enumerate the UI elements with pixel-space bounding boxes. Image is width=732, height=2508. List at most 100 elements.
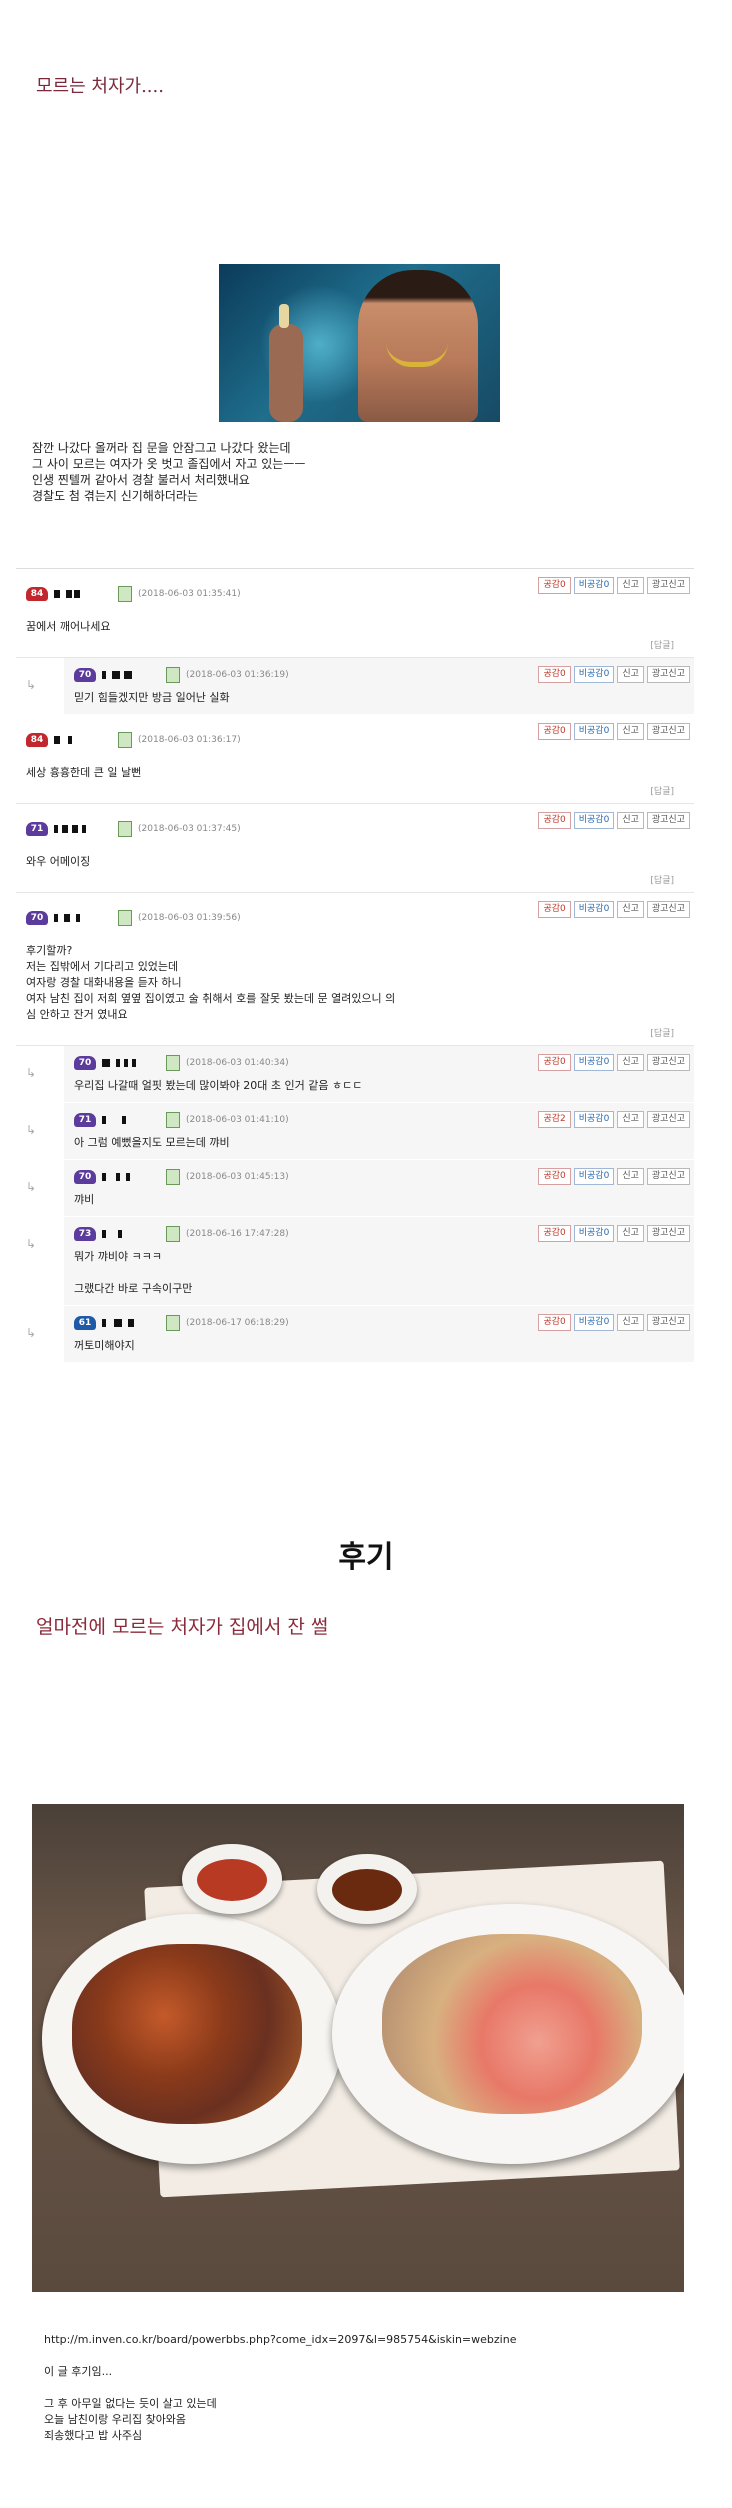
- member-badge-icon: [166, 1169, 180, 1185]
- comment-date: (2018-06-03 01:37:45): [138, 824, 241, 834]
- upvote-button[interactable]: 공감0: [538, 1054, 571, 1071]
- comment-line: 꿈에서 깨어나세요: [26, 620, 111, 633]
- post-body: 잠깐 나갔다 올꺼라 집 문을 안잠그고 나갔다 왔는데 그 사이 모르는 여자…: [32, 440, 305, 504]
- comment-date: (2018-06-03 01:45:13): [186, 1172, 289, 1182]
- upvote-button[interactable]: 공감0: [538, 901, 571, 918]
- downvote-button[interactable]: 비공감0: [573, 666, 615, 683]
- post-line: 잠깐 나갔다 올꺼라 집 문을 안잠그고 나갔다 왔는데: [32, 441, 291, 455]
- level-badge: 84: [26, 587, 48, 601]
- upvote-button[interactable]: 공감0: [538, 812, 571, 829]
- comment-reply: ↳ 71 (2018-06-03 01:41:10) 공감2 비공감0 신고 광고신고 아 그…: [26, 1103, 694, 1160]
- comment-line: 후기할까?: [26, 944, 73, 957]
- nickname-redacted[interactable]: [102, 669, 162, 681]
- nickname-redacted[interactable]: [102, 1228, 162, 1240]
- nickname-redacted[interactable]: [102, 1057, 162, 1069]
- comment-reply: ↳ 70 (2018-06-03 01:40:34) 공감0 비공감0 신고 광고신고 우리집…: [26, 1046, 694, 1103]
- image-figurine: [279, 304, 289, 328]
- nickname-redacted[interactable]: [54, 588, 114, 600]
- redaction-block: [64, 914, 70, 922]
- ad-report-button[interactable]: 광고신고: [646, 812, 690, 829]
- comment-body: 와우 어메이징: [26, 854, 686, 870]
- upvote-button[interactable]: 공감0: [538, 1225, 571, 1242]
- downvote-button[interactable]: 비공감0: [573, 1225, 615, 1242]
- upvote-button[interactable]: 공감0: [538, 1314, 571, 1331]
- source-link[interactable]: http://m.inven.co.kr/board/powerbbs.php?…: [44, 2332, 516, 2348]
- reply-link[interactable]: [답글]: [650, 638, 674, 651]
- upvote-button[interactable]: 공감0: [538, 577, 571, 594]
- comment-body: 꺼토미해야지: [74, 1338, 686, 1354]
- upvote-button[interactable]: 공감2: [538, 1111, 571, 1128]
- reply-link[interactable]: [답글]: [650, 1026, 674, 1039]
- nickname-redacted[interactable]: [54, 734, 114, 746]
- level-badge: 71: [26, 822, 48, 836]
- redaction-block: [124, 1059, 128, 1067]
- report-button[interactable]: 신고: [617, 1225, 644, 1242]
- image-arm: [269, 324, 303, 422]
- ad-report-button[interactable]: 광고신고: [646, 666, 690, 683]
- downvote-button[interactable]: 비공감0: [573, 812, 615, 829]
- post-title: 모르는 처자가....: [36, 76, 164, 97]
- upvote-button[interactable]: 공감0: [538, 666, 571, 683]
- report-button[interactable]: 신고: [617, 666, 644, 683]
- redaction-block: [66, 590, 72, 598]
- comment: 84 (2018-06-03 01:36:17) 공감0 비공감0 신고 광고신고 세상 흉…: [16, 715, 694, 804]
- level-badge: 70: [74, 1170, 96, 1184]
- comment-body: 세상 흉흉한데 큰 일 날뻔: [26, 765, 686, 781]
- ad-report-button[interactable]: 광고신고: [646, 1225, 690, 1242]
- member-badge-icon: [118, 821, 132, 837]
- comment-actions: 공감2 비공감0 신고 광고신고: [538, 1111, 690, 1128]
- report-button[interactable]: 신고: [617, 1111, 644, 1128]
- ad-report-button[interactable]: 광고신고: [646, 577, 690, 594]
- nickname-redacted[interactable]: [102, 1171, 162, 1183]
- report-button[interactable]: 신고: [617, 1168, 644, 1185]
- level-badge: 70: [74, 1056, 96, 1070]
- downvote-button[interactable]: 비공감0: [573, 1054, 615, 1071]
- redaction-block: [118, 1230, 122, 1238]
- comment-line: 우리집 나갈때 얼핏 봤는데 많이봐야 20대 초 인거 같음 ㅎㄷㄷ: [74, 1079, 363, 1092]
- report-button[interactable]: 신고: [617, 812, 644, 829]
- food-right: [382, 1934, 642, 2114]
- ad-report-button[interactable]: 광고신고: [646, 1111, 690, 1128]
- upvote-button[interactable]: 공감0: [538, 723, 571, 740]
- report-button[interactable]: 신고: [617, 1314, 644, 1331]
- reply-link[interactable]: [답글]: [650, 784, 674, 797]
- ad-report-button[interactable]: 광고신고: [646, 1054, 690, 1071]
- ad-report-button[interactable]: 광고신고: [646, 901, 690, 918]
- ad-report-button[interactable]: 광고신고: [646, 1168, 690, 1185]
- downvote-button[interactable]: 비공감0: [573, 577, 615, 594]
- comment-line: 여자 남친 집이 저희 옆옆 집이였고 술 취해서 호를 잘못 봤는데 문 열려…: [26, 992, 396, 1005]
- member-badge-icon: [118, 910, 132, 926]
- redaction-block: [116, 1173, 120, 1181]
- upvote-button[interactable]: 공감0: [538, 1168, 571, 1185]
- ad-report-button[interactable]: 광고신고: [646, 1314, 690, 1331]
- food-photo: [32, 1804, 684, 2292]
- reply-link[interactable]: [답글]: [650, 873, 674, 886]
- redaction-block: [68, 736, 72, 744]
- nickname-redacted[interactable]: [102, 1317, 162, 1329]
- report-button[interactable]: 신고: [617, 577, 644, 594]
- nickname-redacted[interactable]: [54, 912, 114, 924]
- downvote-button[interactable]: 비공감0: [573, 1111, 615, 1128]
- comment-actions: 공감0 비공감0 신고 광고신고: [538, 1314, 690, 1331]
- downvote-button[interactable]: 비공감0: [573, 1168, 615, 1185]
- comment-actions: 공감0 비공감0 신고 광고신고: [538, 723, 690, 740]
- comment-line: 세상 흉흉한데 큰 일 날뻔: [26, 766, 142, 779]
- redaction-block: [102, 1059, 110, 1067]
- footer-line: [44, 2348, 516, 2364]
- redaction-block: [102, 1230, 106, 1238]
- redaction-block: [128, 1319, 134, 1327]
- member-badge-icon: [118, 732, 132, 748]
- nickname-redacted[interactable]: [102, 1114, 162, 1126]
- downvote-button[interactable]: 비공감0: [573, 1314, 615, 1331]
- report-button[interactable]: 신고: [617, 1054, 644, 1071]
- footer-line: 이 글 후기임...: [44, 2365, 113, 2378]
- comment-actions: 공감0 비공감0 신고 광고신고: [538, 666, 690, 683]
- report-button[interactable]: 신고: [617, 723, 644, 740]
- nickname-redacted[interactable]: [54, 823, 114, 835]
- ad-report-button[interactable]: 광고신고: [646, 723, 690, 740]
- downvote-button[interactable]: 비공감0: [573, 901, 615, 918]
- food-left: [72, 1944, 302, 2124]
- comment: 70 (2018-06-03 01:39:56) 공감0 비공감0 신고 광고신고 후기할까…: [16, 893, 694, 1046]
- downvote-button[interactable]: 비공감0: [573, 723, 615, 740]
- report-button[interactable]: 신고: [617, 901, 644, 918]
